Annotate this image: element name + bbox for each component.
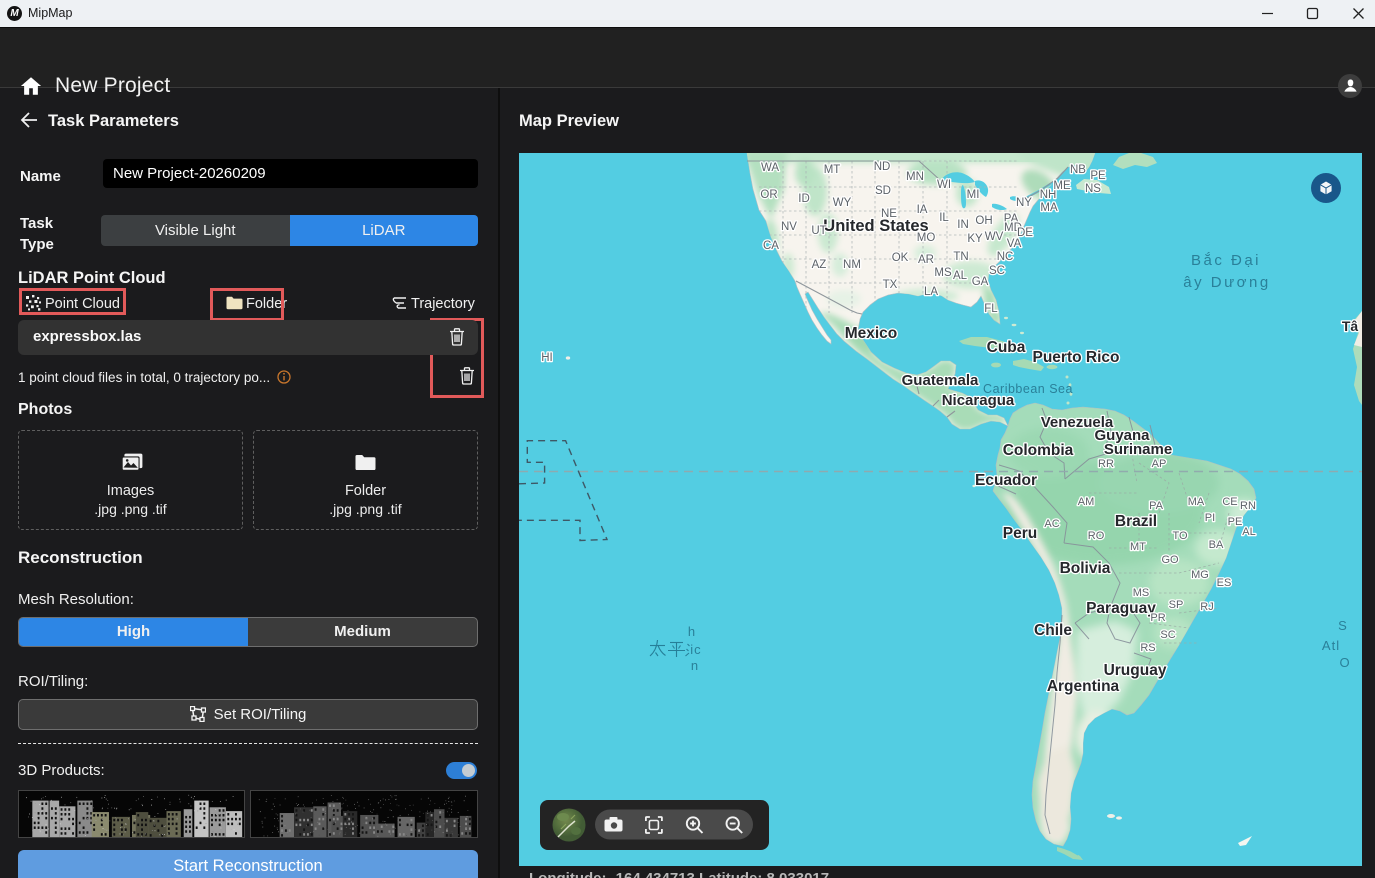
svg-text:NB: NB bbox=[1070, 164, 1086, 176]
svg-text:RJ: RJ bbox=[1200, 601, 1213, 613]
svg-text:ây Dương: ây Dương bbox=[1183, 274, 1270, 291]
svg-text:Atl: Atl bbox=[1322, 638, 1340, 653]
svg-text:Chile: Chile bbox=[1034, 622, 1072, 639]
svg-text:ES: ES bbox=[1217, 577, 1232, 589]
svg-text:MT: MT bbox=[1130, 541, 1146, 553]
svg-text:RN: RN bbox=[1240, 500, 1256, 512]
svg-text:AC: AC bbox=[1044, 518, 1059, 530]
svg-text:BA: BA bbox=[1209, 539, 1224, 551]
svg-text:WI: WI bbox=[937, 179, 951, 191]
svg-text:MO: MO bbox=[917, 232, 936, 244]
svg-text:AM: AM bbox=[1078, 496, 1095, 508]
svg-text:Bolivia: Bolivia bbox=[1060, 560, 1111, 577]
svg-text:NC: NC bbox=[997, 251, 1014, 263]
svg-text:MT: MT bbox=[824, 164, 841, 176]
svg-text:ND: ND bbox=[874, 161, 891, 173]
svg-text:NS: NS bbox=[1085, 183, 1101, 195]
svg-text:PA: PA bbox=[1149, 500, 1164, 512]
svg-text:PE: PE bbox=[1228, 516, 1243, 528]
svg-text:DE: DE bbox=[1017, 227, 1033, 239]
svg-text:MG: MG bbox=[1191, 569, 1209, 581]
svg-text:Mexico: Mexico bbox=[845, 325, 898, 342]
svg-text:CA: CA bbox=[763, 240, 779, 252]
svg-text:IN: IN bbox=[957, 219, 969, 231]
svg-text:SD: SD bbox=[875, 185, 891, 197]
svg-text:WA: WA bbox=[761, 162, 779, 174]
svg-text:SC: SC bbox=[1160, 629, 1175, 641]
svg-text:WY: WY bbox=[833, 197, 852, 209]
svg-text:O: O bbox=[1339, 655, 1350, 670]
svg-text:TN: TN bbox=[953, 251, 968, 263]
svg-text:SP: SP bbox=[1169, 599, 1184, 611]
svg-text:Peru: Peru bbox=[1003, 525, 1037, 542]
svg-text:S: S bbox=[1338, 618, 1348, 633]
svg-text:KY: KY bbox=[967, 233, 983, 245]
svg-text:NE: NE bbox=[881, 208, 897, 220]
svg-text:United States: United States bbox=[823, 217, 928, 235]
svg-text:ME: ME bbox=[1053, 180, 1071, 192]
svg-text:PE: PE bbox=[1090, 170, 1106, 182]
svg-text:RR: RR bbox=[1098, 458, 1114, 470]
svg-text:MS: MS bbox=[934, 267, 952, 279]
svg-text:Colombia: Colombia bbox=[1003, 442, 1074, 459]
svg-text:NM: NM bbox=[843, 259, 861, 271]
svg-text:MA: MA bbox=[1188, 496, 1205, 508]
svg-text:Argentina: Argentina bbox=[1047, 678, 1120, 695]
svg-text:Uruguay: Uruguay bbox=[1104, 662, 1167, 679]
svg-text:AZ: AZ bbox=[812, 259, 827, 271]
svg-text:Cuba: Cuba bbox=[987, 339, 1026, 356]
svg-text:OH: OH bbox=[975, 215, 992, 227]
svg-text:MN: MN bbox=[906, 171, 924, 183]
svg-text:OK: OK bbox=[892, 252, 909, 264]
svg-text:Guatemala: Guatemala bbox=[902, 372, 979, 389]
svg-text:FL: FL bbox=[984, 303, 998, 315]
svg-text:PR: PR bbox=[1150, 612, 1165, 624]
svg-text:NV: NV bbox=[781, 221, 797, 233]
svg-text:MS: MS bbox=[1133, 587, 1150, 599]
svg-text:Puerto Rico: Puerto Rico bbox=[1033, 349, 1120, 366]
svg-text:Suriname: Suriname bbox=[1104, 441, 1172, 458]
svg-text:WV: WV bbox=[985, 231, 1004, 243]
svg-text:NY: NY bbox=[1016, 197, 1032, 209]
svg-text:CE: CE bbox=[1222, 496, 1237, 508]
svg-text:AR: AR bbox=[918, 254, 934, 266]
svg-text:AL: AL bbox=[953, 270, 968, 282]
svg-text:IA: IA bbox=[917, 204, 928, 216]
svg-text:MI: MI bbox=[967, 189, 980, 201]
svg-text:LA: LA bbox=[924, 286, 938, 298]
svg-text:n: n bbox=[691, 658, 699, 673]
svg-text:PI: PI bbox=[1205, 512, 1215, 524]
svg-text:HI: HI bbox=[541, 352, 553, 364]
svg-text:Caribbean Sea: Caribbean Sea bbox=[983, 382, 1073, 396]
svg-text:Paraguay: Paraguay bbox=[1086, 600, 1156, 617]
svg-text:OR: OR bbox=[760, 189, 777, 201]
svg-text:AP: AP bbox=[1152, 458, 1167, 470]
svg-text:RS: RS bbox=[1140, 642, 1155, 654]
svg-text:UT: UT bbox=[811, 225, 826, 237]
svg-text:MA: MA bbox=[1040, 202, 1058, 214]
svg-text:GO: GO bbox=[1161, 554, 1179, 566]
svg-text:Brazil: Brazil bbox=[1115, 513, 1157, 530]
svg-text:AL: AL bbox=[1242, 526, 1255, 538]
svg-text:GA: GA bbox=[972, 276, 989, 288]
svg-text:Ecuador: Ecuador bbox=[975, 472, 1037, 489]
svg-text:TO: TO bbox=[1172, 530, 1188, 542]
svg-text:ID: ID bbox=[798, 193, 810, 205]
svg-text:VA: VA bbox=[1007, 238, 1022, 250]
svg-text:Tâ: Tâ bbox=[1342, 318, 1359, 334]
svg-text:TX: TX bbox=[883, 279, 898, 291]
svg-text:RO: RO bbox=[1088, 530, 1105, 542]
svg-text:Bắc Đại: Bắc Đại bbox=[1191, 252, 1261, 269]
svg-text:h: h bbox=[688, 624, 696, 639]
svg-text:SC: SC bbox=[989, 265, 1005, 277]
svg-text:ic: ic bbox=[690, 642, 701, 657]
svg-text:IL: IL bbox=[939, 212, 949, 224]
